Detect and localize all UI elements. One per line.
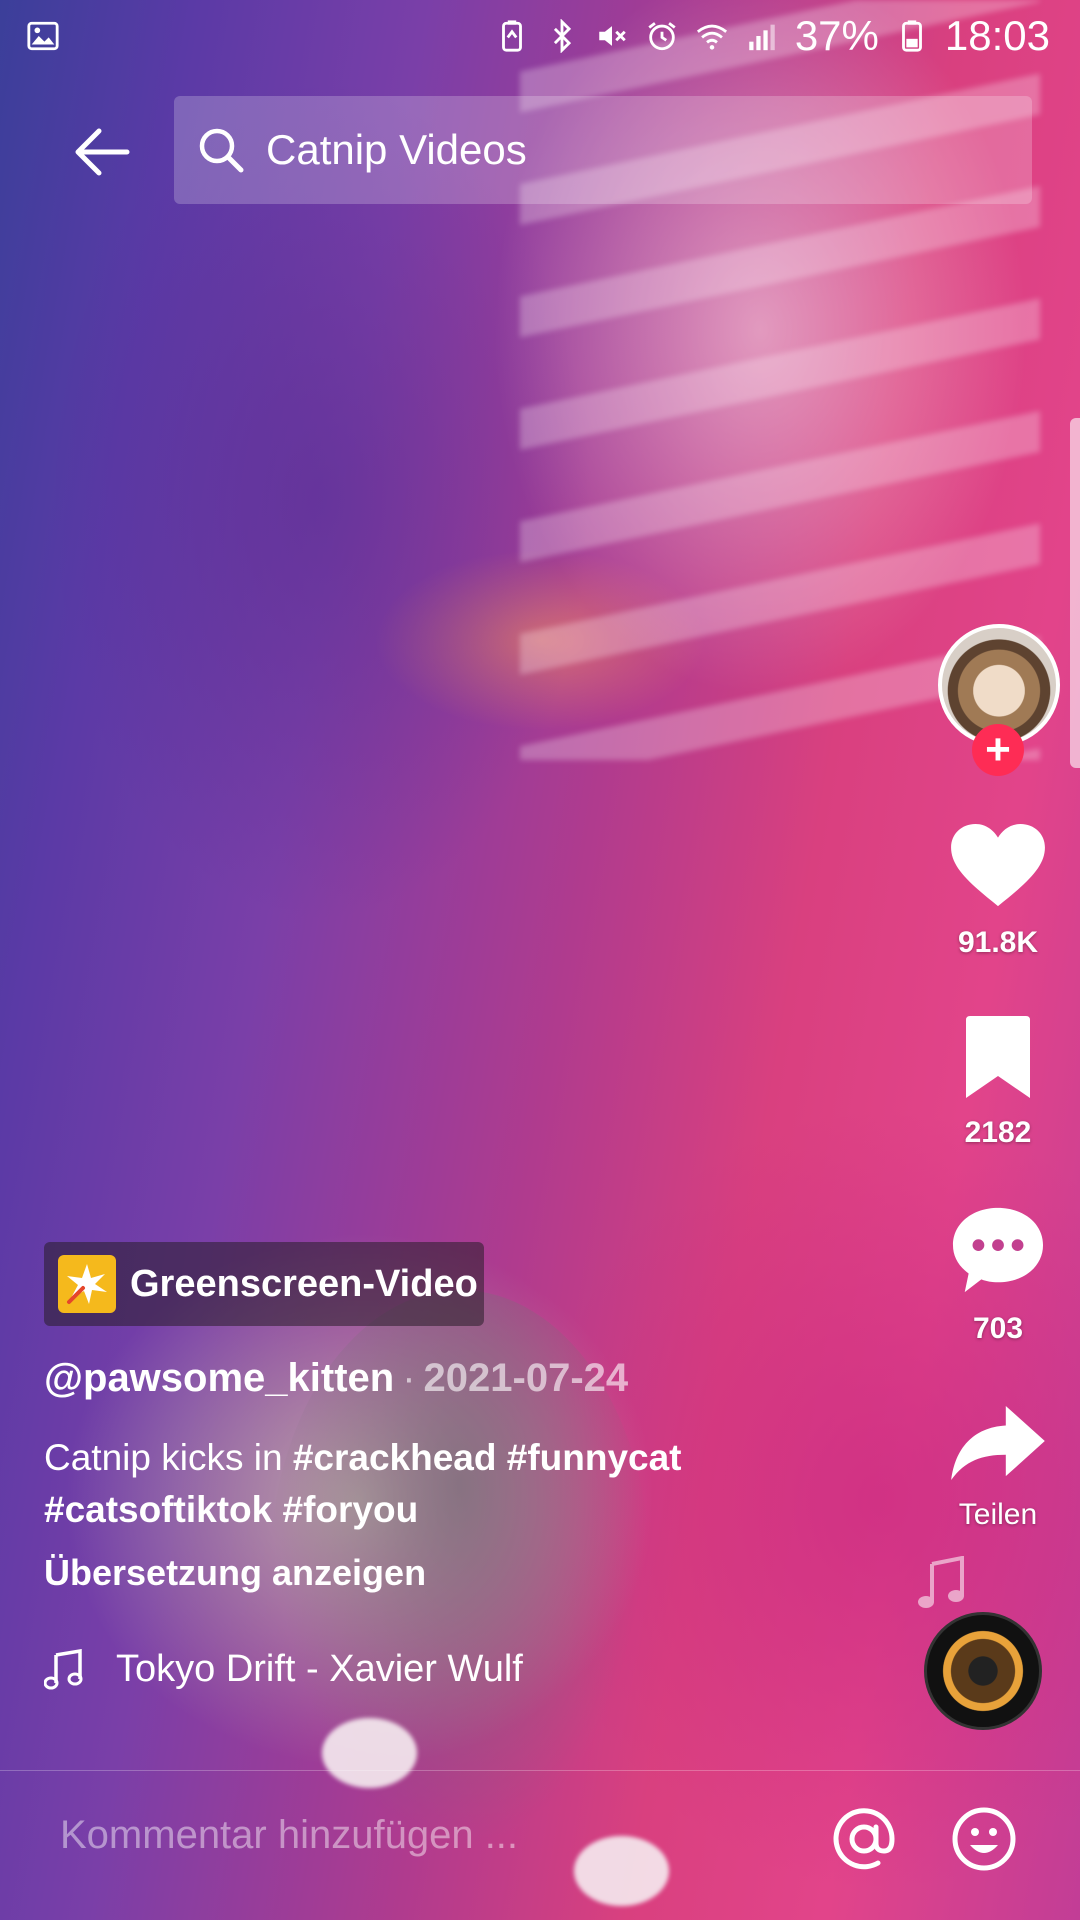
music-title: Tokyo Drift - Xavier Wulf: [116, 1648, 523, 1690]
mention-button[interactable]: [830, 1805, 898, 1873]
comment-count: 703: [972, 1312, 1024, 1345]
search-input[interactable]: Catnip Videos: [174, 96, 1032, 204]
translate-link[interactable]: Übersetzung anzeigen: [44, 1552, 426, 1594]
comment-input[interactable]: Kommentar hinzufügen ...: [60, 1813, 518, 1858]
like-button[interactable]: 91.8K: [928, 822, 1068, 960]
arrow-left-icon: [75, 128, 130, 176]
wifi-icon: [696, 24, 727, 50]
hashtag[interactable]: #catsoftiktok: [44, 1489, 272, 1530]
video-screen[interactable]: 37% 18:03 Catnip Videos + 91.8K 2182 703…: [0, 0, 1080, 1920]
music-row[interactable]: Tokyo Drift - Xavier Wulf: [44, 1648, 523, 1691]
music-note-icon: [44, 1648, 83, 1689]
at-sign-icon: [833, 1808, 895, 1870]
date-separator: ·: [402, 1356, 416, 1400]
bookmark-button[interactable]: 2182: [928, 1016, 1068, 1150]
hashtag[interactable]: #foryou: [283, 1489, 419, 1530]
share-button[interactable]: Teilen: [928, 1404, 1068, 1532]
comment-bar: Kommentar hinzufügen ...: [0, 1770, 1080, 1920]
follow-button[interactable]: +: [972, 724, 1024, 776]
mute-icon: [599, 26, 626, 46]
author-username[interactable]: @pawsome_kitten: [44, 1356, 394, 1400]
plus-icon: +: [985, 725, 1011, 774]
emoji-button[interactable]: [950, 1805, 1018, 1873]
comment-icon: [952, 1207, 1044, 1293]
bluetooth-icon: [553, 19, 571, 53]
author-line: @pawsome_kitten · 2021-07-24: [44, 1356, 628, 1401]
heart-icon: [951, 823, 1045, 907]
comment-button[interactable]: 703: [928, 1204, 1068, 1346]
description-text: Catnip kicks in: [44, 1437, 283, 1478]
search-query: Catnip Videos: [266, 126, 527, 173]
alarm-icon: [648, 22, 676, 51]
like-count: 91.8K: [957, 926, 1039, 959]
sparkle-icon: [58, 1255, 116, 1313]
search-icon: [199, 128, 244, 173]
video-description: Catnip kicks in #crackhead #funnycat #ca…: [44, 1432, 804, 1536]
smiley-icon: [952, 1807, 1016, 1871]
share-arrow-icon: [951, 1405, 1045, 1481]
side-panel-handle[interactable]: [1070, 418, 1080, 768]
hashtag[interactable]: #crackhead: [293, 1437, 497, 1478]
status-bar: 37% 18:03: [0, 0, 1080, 72]
effect-label: Greenscreen-Video: [130, 1262, 478, 1305]
battery-saver-icon: [501, 20, 522, 52]
signal-icon: [749, 24, 775, 51]
bookmark-icon: [966, 1016, 1030, 1098]
gallery-icon: [27, 21, 59, 51]
music-note-icon: [918, 1556, 964, 1608]
music-disc[interactable]: [924, 1612, 1042, 1730]
clock: 18:03: [944, 12, 1050, 59]
bookmark-count: 2182: [964, 1116, 1032, 1149]
back-button[interactable]: [52, 112, 152, 192]
battery-icon: [901, 20, 922, 52]
post-date: 2021-07-24: [423, 1356, 629, 1400]
share-label: Teilen: [958, 1498, 1038, 1531]
battery-percentage: 37%: [794, 12, 879, 59]
hashtag[interactable]: #funnycat: [507, 1437, 682, 1478]
effect-chip[interactable]: Greenscreen-Video: [44, 1242, 484, 1326]
